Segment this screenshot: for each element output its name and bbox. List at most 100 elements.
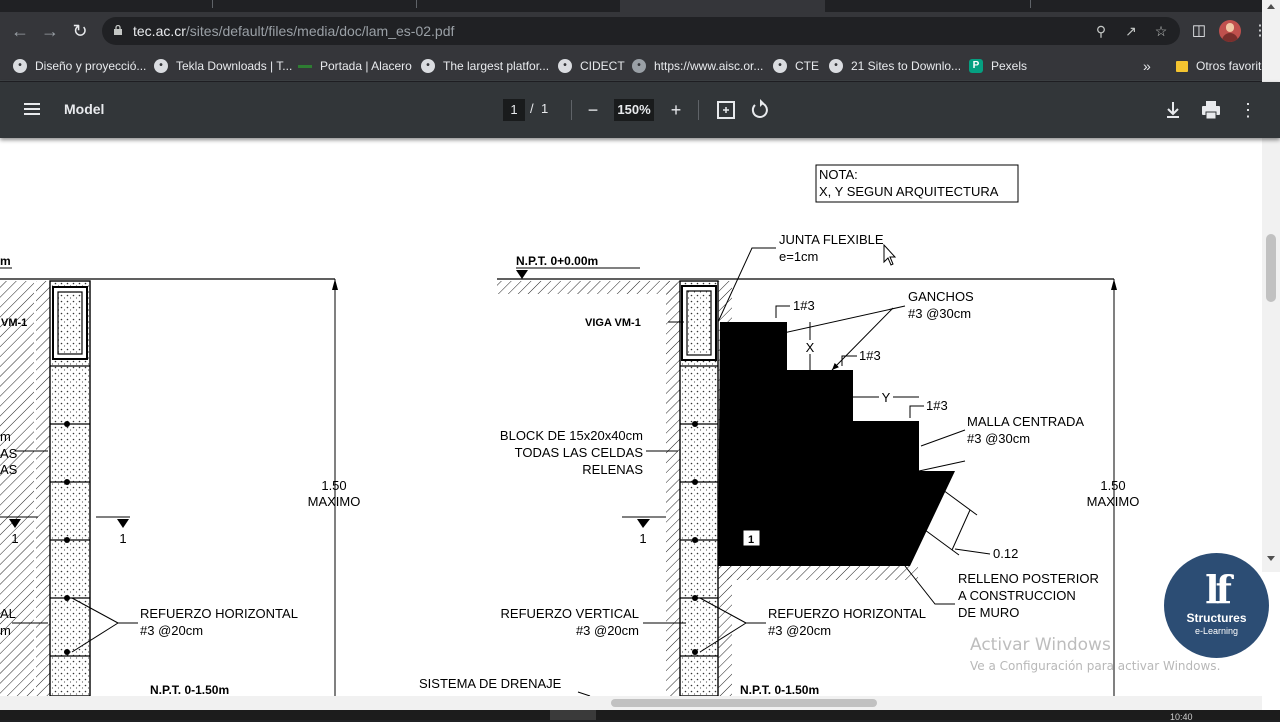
zoom-out-icon[interactable]: − [581,98,605,122]
relleno-1: RELLENO POSTERIOR [958,571,1099,586]
avatar[interactable] [1219,20,1241,42]
menu-icon[interactable] [22,100,42,120]
arrowhead [1111,279,1117,290]
zoom-icon[interactable]: ⚲ [1092,22,1110,40]
aisc-icon: • [632,59,646,73]
ref-vert-1: REFUERZO VERTICAL [501,606,639,621]
junta-label: JUNTA FLEXIBLE [779,232,884,247]
more-vert-icon[interactable]: ⋮ [1236,98,1260,122]
bookmark-label: CIDECT [580,59,625,73]
tab-strip [0,0,1280,12]
bookmarks-bar: • Diseño y proyecció... • Tekla Downloads … [0,50,1280,81]
bookmark-label: 21 Sites to Downlo... [851,59,962,73]
fit-page-icon[interactable] [714,98,738,122]
forward-arrow-icon[interactable]: → [38,19,62,43]
bookmark-item[interactable]: • Diseño y proyecció... [13,55,146,77]
scroll-thumb[interactable] [611,699,877,707]
scroll-up-icon[interactable] [1267,4,1275,9]
pexels-icon: P [969,59,983,73]
brand-sub: e-Learning [1194,626,1239,636]
bookmarks-overflow-icon[interactable]: » [1143,55,1157,77]
ref-vert-2: #3 @20cm [576,623,639,638]
document-title: Model [64,101,105,117]
bookmark-item[interactable]: • The largest platfor... [421,55,549,77]
retaining-fill-mass [718,322,955,566]
bookmark-item[interactable]: • https://www.aisc.or... [632,55,763,77]
share-icon[interactable]: ↗ [1122,22,1140,40]
surface-hatch [497,281,677,294]
rotate-icon[interactable] [748,98,772,122]
print-icon[interactable] [1199,98,1223,122]
zoom-in-icon[interactable]: + [664,98,688,122]
ref-hor-left-1: REFUERZO HORIZONTAL [140,606,298,621]
block-label-3: RELENAS [582,462,643,477]
lock-icon [114,25,122,35]
ganchos-value: #3 @30cm [908,306,971,321]
bookmark-item[interactable]: • CIDECT [558,55,625,77]
left-cut-text: m [0,429,11,444]
note-text: X, Y SEGUN ARQUITECTURA [819,184,999,199]
brand-mark: lf [1205,567,1232,612]
tab-separator [1030,0,1031,8]
bookmark-label: Diseño y proyecció... [35,59,147,73]
clock: 10:40 [1170,712,1193,722]
back-arrow-icon[interactable]: ← [8,19,32,43]
bookmark-item[interactable]: • Tekla Downloads | T... [154,55,292,77]
bookmark-item[interactable]: P Pexels [969,55,1027,77]
bookmark-item[interactable]: • CTE [773,55,819,77]
download-icon[interactable] [1161,98,1185,122]
section-marker: 1 [622,516,666,546]
page-total: 1 [541,101,549,116]
browser-toolbar: ← → ↻ tec.ac.cr/sites/default/files/medi… [0,12,1280,50]
outline [918,460,966,472]
taskbar: 10:40 [0,710,1280,722]
globe-icon: • [421,59,435,73]
watermark-text: Ve a Configuración para activar Windows. [970,659,1221,673]
leader [909,405,924,418]
other-bookmarks[interactable]: Otros favoritos [1176,55,1274,77]
npt-top: N.P.T. 0+0.00m [516,254,598,268]
reload-icon[interactable]: ↻ [68,19,92,43]
junta-value: e=1cm [779,249,818,264]
backfill-hatch [718,566,918,580]
leader [920,429,966,447]
ref-hor-1: REFUERZO HORIZONTAL [768,606,926,621]
bookmark-label: https://www.aisc.or... [654,59,764,73]
zoom-level-input[interactable]: 150% [614,99,654,121]
left-cut-text: m [0,623,11,638]
viga-label: VIGA VM-1 [585,317,641,329]
horizontal-scrollbar[interactable] [0,696,1262,710]
globe-icon: • [829,59,843,73]
star-icon[interactable]: ☆ [1152,22,1170,40]
page-number-input[interactable]: 1 [503,99,525,121]
svg-text:1: 1 [639,531,646,546]
scroll-down-icon[interactable] [1267,556,1275,561]
active-tab[interactable] [620,0,825,12]
alacero-icon [298,64,312,68]
relleno-2: A CONSTRUCCION [958,588,1076,603]
npt-cut-left: m [0,254,11,268]
height-value: 1.50 [1100,478,1125,493]
relleno-3: DE MURO [958,605,1019,620]
divider [571,100,572,120]
height-max-left: MAXIMO [308,494,361,509]
sidepanel-icon[interactable]: ◫ [1188,20,1210,42]
bookmark-label: Tekla Downloads | T... [176,59,293,73]
ref-hor-left-2: #3 @20cm [140,623,203,638]
pdf-page-viewport[interactable]: 1.50 MAXIMO m VM-1 m AS AS AL m 1 1 REFU… [0,138,1280,710]
arrowhead [332,279,338,290]
height-max: MAXIMO [1087,494,1140,509]
bookmark-item[interactable]: Portada | Alacero [298,55,412,77]
left-cut-text: AS [0,446,18,461]
bookmark-item[interactable]: • 21 Sites to Downlo... [829,55,961,77]
taskbar-item[interactable] [550,710,596,720]
height-value-left: 1.50 [321,478,346,493]
globe-icon: • [13,59,27,73]
soil-hatch-front [666,281,680,696]
address-bar[interactable]: tec.ac.cr/sites/default/files/media/doc/… [102,17,1180,45]
left-cut-text: AS [0,462,18,477]
scroll-thumb[interactable] [1266,234,1276,302]
tag-number: 1 [748,534,754,546]
block-label-1: BLOCK DE 15x20x40cm [500,428,643,443]
rebar-label-2: 1#3 [859,348,881,363]
